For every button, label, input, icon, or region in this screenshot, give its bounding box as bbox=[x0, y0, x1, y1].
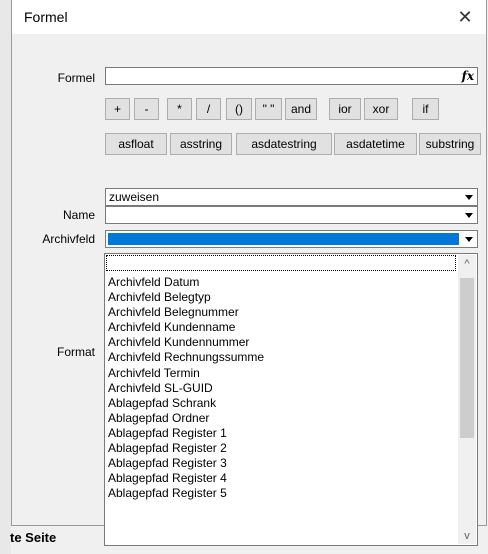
dropdown-scrollbar[interactable]: ^ v bbox=[458, 255, 476, 544]
formel-input[interactable]: fx bbox=[105, 67, 478, 85]
operator-xor-button[interactable]: xor bbox=[364, 98, 398, 120]
list-item[interactable]: Archivfeld Kundennummer bbox=[108, 335, 456, 350]
operator-quotes-button[interactable]: " " bbox=[255, 98, 282, 120]
close-icon: ✕ bbox=[457, 6, 473, 27]
list-item[interactable]: Archivfeld Kundenname bbox=[108, 320, 456, 335]
list-item[interactable]: Ablagepfad Register 4 bbox=[108, 471, 456, 486]
dropdown-items: Archivfeld Datum Archivfeld Belegtyp Arc… bbox=[108, 275, 456, 501]
archivfeld-dropdown-list[interactable]: Archivfeld Datum Archivfeld Belegtyp Arc… bbox=[104, 253, 478, 546]
name-combo[interactable] bbox=[105, 206, 478, 224]
selection-highlight bbox=[108, 233, 459, 245]
format-label: Format bbox=[56, 345, 95, 359]
scroll-down-icon[interactable]: v bbox=[458, 527, 476, 544]
operator-and-button[interactable]: and bbox=[285, 98, 317, 120]
assignment-combo[interactable]: zuweisen bbox=[105, 188, 478, 206]
list-item[interactable]: Archivfeld Rechnungssumme bbox=[108, 350, 456, 365]
function-asstring-button[interactable]: asstring bbox=[170, 133, 232, 155]
operator-parentheses-button[interactable]: () bbox=[226, 98, 252, 120]
chevron-down-icon[interactable] bbox=[461, 190, 476, 204]
list-item[interactable]: Archivfeld Belegtyp bbox=[108, 290, 456, 305]
chevron-down-icon[interactable] bbox=[461, 208, 476, 222]
title-bar: Formel ✕ bbox=[12, 0, 486, 34]
list-item[interactable]: Archivfeld Datum bbox=[108, 275, 456, 290]
scroll-up-icon[interactable]: ^ bbox=[458, 255, 476, 272]
operator-divide-button[interactable]: / bbox=[196, 98, 221, 120]
list-item[interactable]: Ablagepfad Register 2 bbox=[108, 441, 456, 456]
function-substring-button[interactable]: substring bbox=[419, 133, 481, 155]
list-item[interactable]: Archivfeld Termin bbox=[108, 366, 456, 381]
formel-label: Formel bbox=[57, 71, 95, 85]
function-asdatetime-button[interactable]: asdatetime bbox=[334, 133, 417, 155]
function-asfloat-button[interactable]: asfloat bbox=[105, 133, 167, 155]
archivfeld-label: Archivfeld bbox=[42, 232, 95, 246]
operator-if-button[interactable]: if bbox=[412, 98, 439, 120]
dropdown-filter-input[interactable] bbox=[106, 255, 456, 271]
operator-plus-button[interactable]: + bbox=[105, 98, 130, 120]
list-item[interactable]: Ablagepfad Register 5 bbox=[108, 486, 456, 501]
dialog-title: Formel bbox=[24, 9, 68, 25]
list-item[interactable]: Archivfeld Belegnummer bbox=[108, 305, 456, 320]
background-bottom-label: te Seite bbox=[10, 530, 57, 545]
function-asdatestring-button[interactable]: asdatestring bbox=[236, 133, 332, 155]
background-left-edge bbox=[0, 0, 11, 554]
scrollbar-thumb[interactable] bbox=[460, 278, 474, 438]
list-item[interactable]: Ablagepfad Register 1 bbox=[108, 426, 456, 441]
list-item[interactable]: Archivfeld SL-GUID bbox=[108, 381, 456, 396]
function-wizard-icon[interactable]: fx bbox=[462, 69, 474, 83]
name-label: Name bbox=[62, 208, 95, 222]
operator-minus-button[interactable]: - bbox=[134, 98, 159, 120]
archivfeld-combo[interactable] bbox=[105, 230, 478, 248]
list-item[interactable]: Ablagepfad Register 3 bbox=[108, 456, 456, 471]
operator-ior-button[interactable]: ior bbox=[329, 98, 361, 120]
close-button[interactable]: ✕ bbox=[444, 0, 486, 34]
chevron-down-icon[interactable] bbox=[461, 232, 476, 246]
list-item[interactable]: Ablagepfad Ordner bbox=[108, 411, 456, 426]
list-item[interactable]: Ablagepfad Schrank bbox=[108, 396, 456, 411]
operator-multiply-button[interactable]: * bbox=[167, 98, 192, 120]
